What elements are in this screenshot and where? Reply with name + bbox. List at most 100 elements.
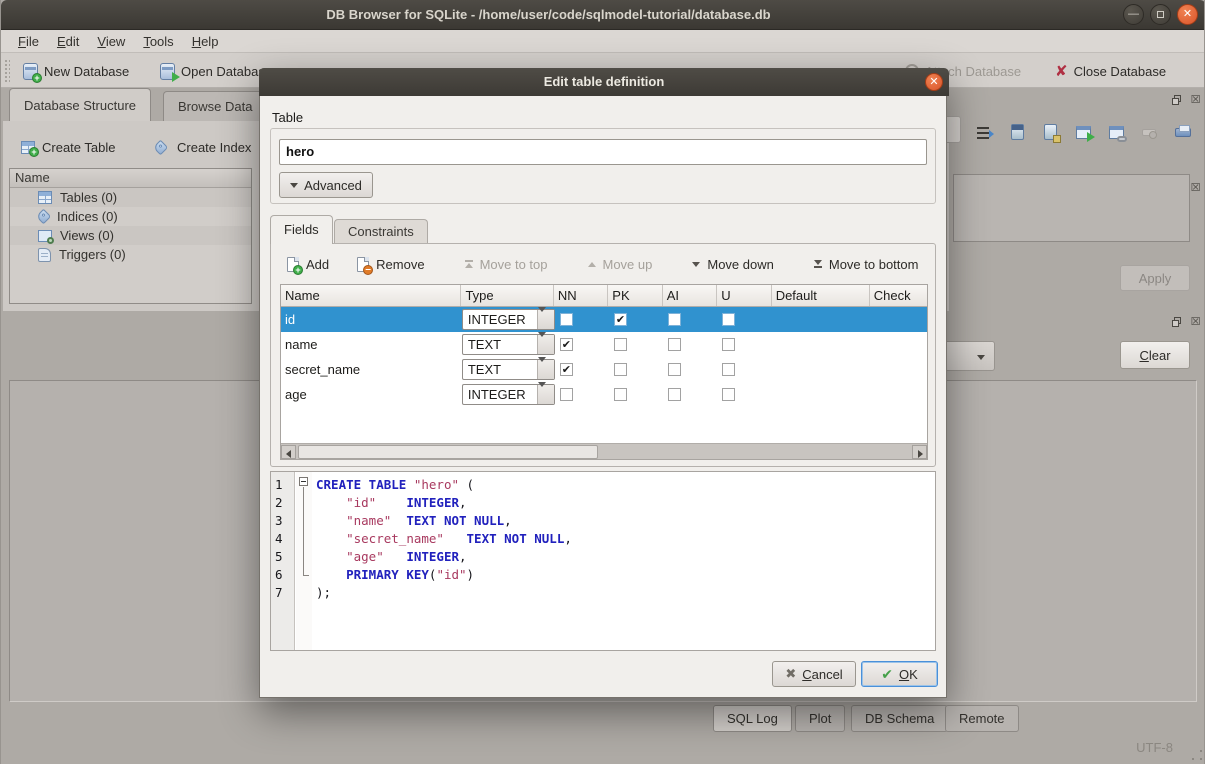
nn-checkbox[interactable] [560, 388, 573, 401]
create-index-button[interactable]: Create Index [149, 133, 257, 161]
ai-checkbox[interactable] [668, 338, 681, 351]
menu-view[interactable]: View [88, 32, 134, 51]
nn-checkbox[interactable]: ✔ [560, 338, 573, 351]
remove-field-button[interactable]: – Remove [348, 251, 433, 277]
window-titlebar[interactable]: DB Browser for SQLite - /home/user/code/… [1, 0, 1205, 30]
add-field-button[interactable]: + Add [278, 251, 338, 277]
tab-plot[interactable]: Plot [795, 705, 845, 732]
move-down-button[interactable]: Move down [683, 251, 782, 277]
open-in-app-icon[interactable] [1074, 123, 1094, 143]
menu-tools[interactable]: Tools [134, 32, 182, 51]
pk-checkbox[interactable] [614, 363, 627, 376]
log-dock-float-icon[interactable] [1171, 316, 1184, 329]
dialog-titlebar[interactable]: Edit table definition ✕ [259, 68, 949, 96]
type-combobox[interactable]: TEXT [462, 359, 555, 380]
tab-sql-log[interactable]: SQL Log [713, 705, 792, 732]
line-number: 4 [275, 530, 291, 548]
col-header-check[interactable]: Check [870, 285, 927, 306]
field-row-id[interactable]: id INTEGER ✔ [281, 307, 927, 332]
tree-item-views[interactable]: Views (0) [10, 226, 251, 245]
advanced-button[interactable]: Advanced [279, 172, 373, 198]
tab-browse-data[interactable]: Browse Data [163, 91, 267, 122]
nn-checkbox[interactable]: ✔ [560, 363, 573, 376]
maximize-icon[interactable] [1150, 4, 1171, 25]
scroll-left-icon[interactable] [281, 445, 296, 459]
field-row-secret-name[interactable]: secret_name TEXT ✔ [281, 357, 927, 382]
print-icon[interactable] [1173, 123, 1193, 143]
col-header-default[interactable]: Default [772, 285, 870, 306]
word-wrap-icon[interactable] [975, 123, 995, 143]
u-checkbox[interactable] [722, 338, 735, 351]
type-combobox[interactable]: INTEGER [462, 384, 555, 405]
ai-checkbox[interactable] [668, 313, 681, 326]
cancel-button[interactable]: ✖ Cancel [772, 661, 856, 687]
col-header-nn[interactable]: NN [554, 285, 608, 306]
field-row-name[interactable]: name TEXT ✔ [281, 332, 927, 357]
new-database-button[interactable]: + New Database [17, 58, 135, 84]
fold-collapse-icon[interactable] [299, 477, 308, 486]
tab-remote[interactable]: Remote [945, 705, 1019, 732]
close-icon[interactable]: ✕ [1177, 4, 1198, 25]
toolbar-drag-handle[interactable] [4, 59, 10, 83]
ai-checkbox[interactable] [668, 363, 681, 376]
tree-item-indices[interactable]: Indices (0) [10, 207, 251, 226]
minimize-icon[interactable]: — [1123, 4, 1144, 25]
tab-db-schema[interactable]: DB Schema [851, 705, 948, 732]
tree-column-header[interactable]: Name [10, 169, 251, 188]
u-checkbox[interactable] [722, 313, 735, 326]
import-text-icon[interactable] [1008, 123, 1028, 143]
sql-code-line: "age" INTEGER, [316, 548, 467, 566]
scrollbar-thumb[interactable] [298, 445, 598, 459]
col-header-ai[interactable]: AI [663, 285, 717, 306]
tree-item-tables[interactable]: Tables (0) [10, 188, 251, 207]
menu-edit[interactable]: Edit [48, 32, 88, 51]
tree-item-triggers[interactable]: Triggers (0) [10, 245, 251, 264]
pk-checkbox[interactable] [614, 338, 627, 351]
nn-checkbox[interactable] [560, 313, 573, 326]
close-database-button[interactable]: ✘ Close Database [1049, 58, 1172, 84]
field-name[interactable]: name [281, 337, 462, 352]
sql-code-line: CREATE TABLE "hero" ( [316, 476, 474, 494]
field-name[interactable]: secret_name [281, 362, 462, 377]
horizontal-scrollbar[interactable] [281, 443, 927, 459]
pk-checkbox[interactable] [614, 388, 627, 401]
views-icon [38, 230, 52, 242]
ai-checkbox[interactable] [668, 388, 681, 401]
col-header-type[interactable]: Type [461, 285, 553, 306]
resize-grip[interactable] [1200, 758, 1202, 760]
pk-checkbox[interactable]: ✔ [614, 313, 627, 326]
dock-float-icon[interactable] [1171, 94, 1184, 107]
chevron-down-icon[interactable] [537, 310, 554, 329]
ok-button[interactable]: ✔ OK [861, 661, 938, 687]
tab-constraints[interactable]: Constraints [334, 219, 428, 244]
tab-fields[interactable]: Fields [270, 215, 333, 244]
col-header-pk[interactable]: PK [608, 285, 662, 306]
type-combobox[interactable]: INTEGER [462, 309, 555, 330]
copy-link-icon[interactable] [1107, 123, 1127, 143]
move-to-bottom-button[interactable]: Move to bottom [805, 251, 928, 277]
field-row-age[interactable]: age INTEGER [281, 382, 927, 407]
tab-database-structure[interactable]: Database Structure [9, 88, 151, 122]
chevron-down-icon[interactable] [537, 335, 554, 354]
app-window: DB Browser for SQLite - /home/user/code/… [0, 0, 1205, 764]
chevron-down-icon[interactable] [537, 385, 554, 404]
field-name[interactable]: id [281, 312, 462, 327]
dock-close-icon[interactable]: ☒ [1189, 94, 1202, 107]
u-checkbox[interactable] [722, 388, 735, 401]
menu-help[interactable]: Help [183, 32, 228, 51]
table-name-input[interactable]: hero [279, 139, 927, 165]
field-name[interactable]: age [281, 387, 462, 402]
dialog-close-icon[interactable]: ✕ [925, 73, 943, 91]
create-table-button[interactable]: + Create Table [15, 133, 121, 161]
chevron-down-icon[interactable] [537, 360, 554, 379]
clear-log-button[interactable]: Clear [1120, 341, 1190, 369]
u-checkbox[interactable] [722, 363, 735, 376]
apply-button: Apply [1120, 265, 1190, 291]
menu-file[interactable]: File [9, 32, 48, 51]
export-text-icon[interactable] [1041, 123, 1061, 143]
col-header-u[interactable]: U [717, 285, 771, 306]
type-combobox[interactable]: TEXT [462, 334, 555, 355]
log-dock-close-icon[interactable]: ☒ [1189, 316, 1202, 329]
scroll-right-icon[interactable] [912, 445, 927, 459]
col-header-name[interactable]: Name [281, 285, 461, 306]
